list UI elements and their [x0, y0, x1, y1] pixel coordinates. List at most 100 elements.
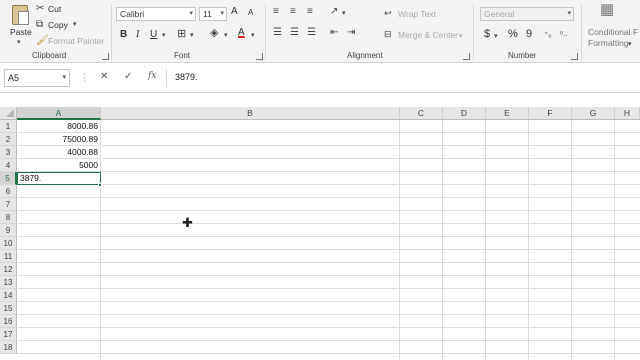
paste-button[interactable]: Paste [10, 27, 32, 37]
wrap-text-icon[interactable]: ↩ [384, 8, 392, 18]
row-header-18[interactable]: 18 [0, 341, 17, 354]
paste-icon[interactable] [12, 5, 29, 25]
increase-indent-icon[interactable]: ⇥ [347, 28, 355, 38]
worksheet-grid[interactable]: A B C D E F G H 1 2 3 4 5 6 7 8 9 10 11 … [0, 107, 640, 360]
row-header-5[interactable]: 5 [0, 172, 17, 185]
alignment-launcher-icon[interactable] [463, 53, 470, 60]
cell-a4[interactable]: 5000 [17, 159, 100, 172]
column-header-a[interactable]: A [17, 107, 101, 120]
gridline [614, 120, 615, 360]
row-header-11[interactable]: 11 [0, 250, 17, 263]
column-header-c[interactable]: C [400, 107, 443, 120]
row-header-15[interactable]: 15 [0, 302, 17, 315]
cell-a3[interactable]: 4000.88 [17, 146, 100, 159]
font-launcher-icon[interactable] [256, 53, 263, 60]
shrink-font-button[interactable]: A [248, 8, 253, 17]
merge-dropdown-icon[interactable]: ▾ [459, 32, 463, 42]
insert-function-button[interactable]: fx [148, 71, 156, 81]
merge-center-icon[interactable]: ⊟ [384, 29, 392, 39]
align-center-icon[interactable]: ☰ [290, 28, 299, 38]
column-header-f[interactable]: F [529, 107, 572, 120]
font-color-button[interactable]: A [238, 27, 245, 38]
row-header-7[interactable]: 7 [0, 198, 17, 211]
cell-a1[interactable]: 8000.86 [17, 120, 100, 133]
percent-button[interactable]: % [508, 28, 518, 40]
clipboard-launcher-icon[interactable] [102, 53, 109, 60]
underline-button[interactable]: U [150, 29, 157, 40]
underline-dropdown-icon[interactable]: ▾ [162, 31, 166, 41]
column-header-g[interactable]: G [572, 107, 615, 120]
column-header-e[interactable]: E [486, 107, 529, 120]
borders-dropdown-icon[interactable]: ▾ [190, 31, 194, 41]
scissors-icon[interactable]: ✂ [36, 4, 44, 14]
number-launcher-icon[interactable] [571, 53, 578, 60]
column-header-b[interactable]: B [101, 107, 400, 120]
copy-icon[interactable]: ⧉ [36, 20, 43, 30]
italic-button[interactable]: I [136, 29, 139, 40]
align-bottom-icon[interactable]: ≡ [307, 7, 313, 17]
row-header-10[interactable]: 10 [0, 237, 17, 250]
row-header-1[interactable]: 1 [0, 120, 17, 133]
drag-handle-icon[interactable]: ⋮ [80, 72, 89, 82]
row-header-12[interactable]: 12 [0, 263, 17, 276]
row-header-3[interactable]: 3 [0, 146, 17, 159]
row-header-4[interactable]: 4 [0, 159, 17, 172]
align-left-icon[interactable]: ☰ [273, 28, 282, 38]
row-header-16[interactable]: 16 [0, 315, 17, 328]
cell-a5-active[interactable]: 3879. [17, 172, 101, 185]
select-all-button[interactable] [0, 107, 17, 120]
bold-button[interactable]: B [120, 29, 127, 40]
currency-button[interactable]: $ [484, 28, 490, 40]
align-top-icon[interactable]: ≡ [273, 7, 279, 17]
comma-style-button[interactable]: 9 [526, 28, 532, 40]
row-header-13[interactable]: 13 [0, 276, 17, 289]
fill-color-dropdown-icon[interactable]: ▾ [224, 31, 228, 41]
cut-button[interactable]: Cut [48, 4, 61, 14]
format-painter-icon[interactable]: 🖌 [36, 36, 49, 46]
wrap-text-button[interactable]: Wrap Text [398, 9, 436, 19]
format-as-table-button[interactable]: F [633, 27, 638, 37]
cell-a2[interactable]: 75000.89 [17, 133, 100, 146]
gridline [399, 120, 400, 360]
column-header-d[interactable]: D [443, 107, 486, 120]
conditional-formatting-dropdown-icon[interactable]: ▾ [628, 40, 632, 50]
number-format-value: General [484, 9, 515, 19]
increase-decimal-icon[interactable]: ⁺₀ [544, 30, 552, 40]
enter-entry-button[interactable]: ✓ [124, 71, 132, 82]
row-header-17[interactable]: 17 [0, 328, 17, 341]
row-header-6[interactable]: 6 [0, 185, 17, 198]
format-painter-button[interactable]: Format Painter [48, 36, 104, 46]
number-format-select[interactable]: General ▾ [480, 7, 574, 21]
copy-button[interactable]: Copy [48, 20, 68, 30]
font-size-select[interactable]: 11 ▾ [199, 7, 227, 21]
row-header-9[interactable]: 9 [0, 224, 17, 237]
orientation-dropdown-icon[interactable]: ▾ [342, 9, 346, 19]
grow-font-button[interactable]: A [231, 6, 238, 17]
font-size-value: 11 [203, 9, 212, 19]
currency-dropdown-icon[interactable]: ▾ [494, 32, 498, 42]
conditional-formatting-icon[interactable]: ▦ [600, 2, 614, 17]
gridline [442, 120, 443, 360]
fill-handle[interactable] [98, 183, 102, 187]
align-middle-icon[interactable]: ≡ [290, 7, 296, 17]
gridline [17, 171, 640, 172]
font-name-select[interactable]: Calibri ▾ [116, 7, 196, 21]
column-header-h[interactable]: H [615, 107, 640, 120]
font-color-dropdown-icon[interactable]: ▾ [251, 31, 255, 41]
cancel-entry-button[interactable]: ✕ [100, 71, 108, 82]
orientation-icon[interactable]: ↗ [330, 7, 338, 17]
decrease-decimal-icon[interactable]: ⁰₋ [560, 30, 567, 40]
align-right-icon[interactable]: ☰ [307, 28, 316, 38]
merge-center-button[interactable]: Merge & Center [398, 30, 458, 40]
name-box[interactable]: A5 ▾ [4, 69, 70, 87]
fill-color-icon[interactable]: ◈ [210, 28, 218, 39]
decrease-indent-icon[interactable]: ⇤ [330, 28, 338, 38]
row-header-2[interactable]: 2 [0, 133, 17, 146]
conditional-formatting-button[interactable]: Conditional [588, 27, 631, 37]
copy-dropdown-icon[interactable]: ▾ [73, 20, 77, 30]
formula-input[interactable]: 3879. [166, 69, 640, 87]
borders-icon[interactable]: ⊞ [177, 29, 186, 40]
row-header-8[interactable]: 8 [0, 211, 17, 224]
row-header-14[interactable]: 14 [0, 289, 17, 302]
paste-dropdown-icon[interactable]: ▾ [17, 38, 21, 48]
